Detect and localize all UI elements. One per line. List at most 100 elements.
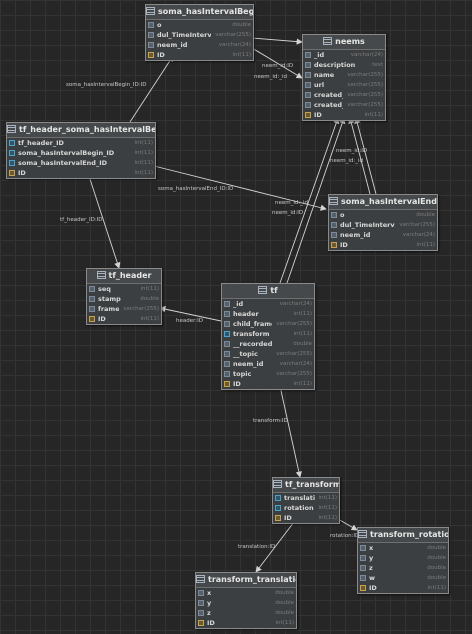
column-row[interactable]: neem_id varchar(24) <box>146 40 253 50</box>
column-row[interactable]: ID int(11) <box>222 379 314 389</box>
table-tf-transform[interactable]: tf_transformtranslationint(11)rotationin… <box>272 477 340 524</box>
table-neems[interactable]: neems _id varchar(24) description text name va… <box>302 34 386 121</box>
column-name: w <box>369 574 376 582</box>
column-icon <box>198 610 204 616</box>
column-row[interactable]: transform int(11) <box>222 329 314 339</box>
column-type: varchar(255) <box>276 321 312 327</box>
column-row[interactable]: o double <box>329 210 437 220</box>
column-row[interactable]: x double <box>196 588 296 598</box>
column-icon <box>360 565 366 571</box>
column-row[interactable]: o double <box>146 20 253 30</box>
column-row[interactable]: created_by varchar(255) <box>303 100 385 110</box>
column-name: header <box>233 310 259 318</box>
column-row[interactable]: ID int(11) <box>146 50 253 60</box>
column-row[interactable]: z double <box>358 563 448 573</box>
column-row[interactable]: translationint(11) <box>273 493 339 503</box>
table-icon <box>329 197 339 205</box>
foreign-key-icon <box>9 160 15 166</box>
column-row[interactable]: ID int(11) <box>7 168 155 178</box>
column-type: int(11) <box>134 160 153 166</box>
column-row[interactable]: z double <box>196 608 296 618</box>
column-row[interactable]: created_at varchar(255) <box>303 90 385 100</box>
table-soma-hasintervalbegin[interactable]: soma_hasIntervalBegin o double dul_TimeInte… <box>145 4 254 61</box>
column-row[interactable]: ID int(11) <box>303 110 385 120</box>
column-row[interactable]: _id varchar(24) <box>222 299 314 309</box>
column-type: int(11) <box>275 620 294 626</box>
column-icon <box>224 301 230 307</box>
column-icon <box>305 72 311 78</box>
column-type: varchar(255) <box>347 72 383 78</box>
table-header: tf_header <box>87 269 161 284</box>
table-transform-rotation[interactable]: transform_rotation x double y double z double w… <box>357 527 449 594</box>
column-row[interactable]: x double <box>358 543 448 553</box>
column-row[interactable]: ID int(11) <box>329 240 437 250</box>
table-tf[interactable]: tf _id varchar(24) header int(11) child_frame… <box>221 283 315 390</box>
column-icon <box>198 590 204 596</box>
column-row[interactable]: neem_id varchar(24) <box>222 359 314 369</box>
column-type: double <box>427 555 446 561</box>
column-row[interactable]: stamp double <box>87 294 161 304</box>
column-row[interactable]: rotation int(11) <box>273 503 339 513</box>
column-icon <box>224 371 230 377</box>
column-type: int(11) <box>134 150 153 156</box>
column-type: int(11) <box>318 515 337 521</box>
relation-line <box>251 37 303 45</box>
table-name: soma_hasIntervalEnd <box>341 197 437 206</box>
column-icon <box>148 42 154 48</box>
column-type: varchar(24) <box>350 52 383 58</box>
column-type: varchar(24) <box>279 301 312 307</box>
column-row[interactable]: soma_hasIntervalEnd_ID int(11) <box>7 158 155 168</box>
column-row[interactable]: header int(11) <box>222 309 314 319</box>
column-type: double <box>232 22 251 28</box>
column-type: text <box>372 62 383 68</box>
key-icon <box>198 620 204 626</box>
column-row[interactable]: __topic varchar(255) <box>222 349 314 359</box>
column-type: double <box>427 575 446 581</box>
column-row[interactable]: ID int(11) <box>87 314 161 324</box>
column-row[interactable]: w double <box>358 573 448 583</box>
column-type: varchar(255) <box>276 351 312 357</box>
relation-label: neem_id:_id <box>330 158 363 164</box>
column-row[interactable]: ID int(11) <box>273 513 339 523</box>
column-row[interactable]: dul_TimeInterval_svarchar(255) <box>146 30 253 40</box>
column-row[interactable]: url varchar(255) <box>303 80 385 90</box>
column-row[interactable]: y double <box>196 598 296 608</box>
column-name: x <box>369 544 374 552</box>
relation-label: neem_id:_id <box>254 74 287 80</box>
column-type: int(11) <box>293 311 312 317</box>
key-icon <box>89 316 95 322</box>
table-soma-hasintervalend[interactable]: soma_hasIntervalEndo double dul_TimeInterv… <box>328 194 438 251</box>
column-name: tf_header_ID <box>18 139 64 147</box>
relation-label: translation:ID <box>238 544 275 550</box>
column-row[interactable]: ID int(11) <box>358 583 448 593</box>
column-row[interactable]: dul_TimeInterval_svarchar(255) <box>329 220 437 230</box>
column-type: int(11) <box>318 495 337 501</box>
column-name: description <box>314 61 356 69</box>
table-header: tf <box>222 284 314 299</box>
column-row[interactable]: neem_id varchar(24) <box>329 230 437 240</box>
table-icon <box>96 271 106 279</box>
column-type: int(11) <box>232 52 251 58</box>
column-row[interactable]: description text <box>303 60 385 70</box>
column-row[interactable]: topic varchar(255) <box>222 369 314 379</box>
column-name: ID <box>340 241 348 249</box>
column-row[interactable]: seq int(11) <box>87 284 161 294</box>
column-row[interactable]: __recorded double <box>222 339 314 349</box>
column-row[interactable]: name varchar(255) <box>303 70 385 80</box>
table-tf-header-soma-hasintervalbegin[interactable]: tf_header_soma_hasIntervalBegin tf_header… <box>6 122 156 179</box>
column-row[interactable]: tf_header_ID int(11) <box>7 138 155 148</box>
column-row[interactable]: _id varchar(24) <box>303 50 385 60</box>
column-type: double <box>427 565 446 571</box>
column-row[interactable]: child_frame_id varchar(255) <box>222 319 314 329</box>
column-row[interactable]: soma_hasIntervalBegin_ID int(11) <box>7 148 155 158</box>
table-tf-header[interactable]: tf_headerseq int(11) stamp double frame_idva… <box>86 268 162 325</box>
table-header: neems <box>303 35 385 50</box>
column-row[interactable]: frame_idvarchar(255) <box>87 304 161 314</box>
column-row[interactable]: ID int(11) <box>196 618 296 628</box>
column-name: soma_hasIntervalEnd_ID <box>18 159 108 167</box>
relation-label: neem_id:ID <box>336 148 367 154</box>
column-name: _id <box>233 300 244 308</box>
column-name: seq <box>98 285 111 293</box>
column-row[interactable]: y double <box>358 553 448 563</box>
table-transform-translation[interactable]: transform_translationx double y double z doub… <box>195 572 297 629</box>
